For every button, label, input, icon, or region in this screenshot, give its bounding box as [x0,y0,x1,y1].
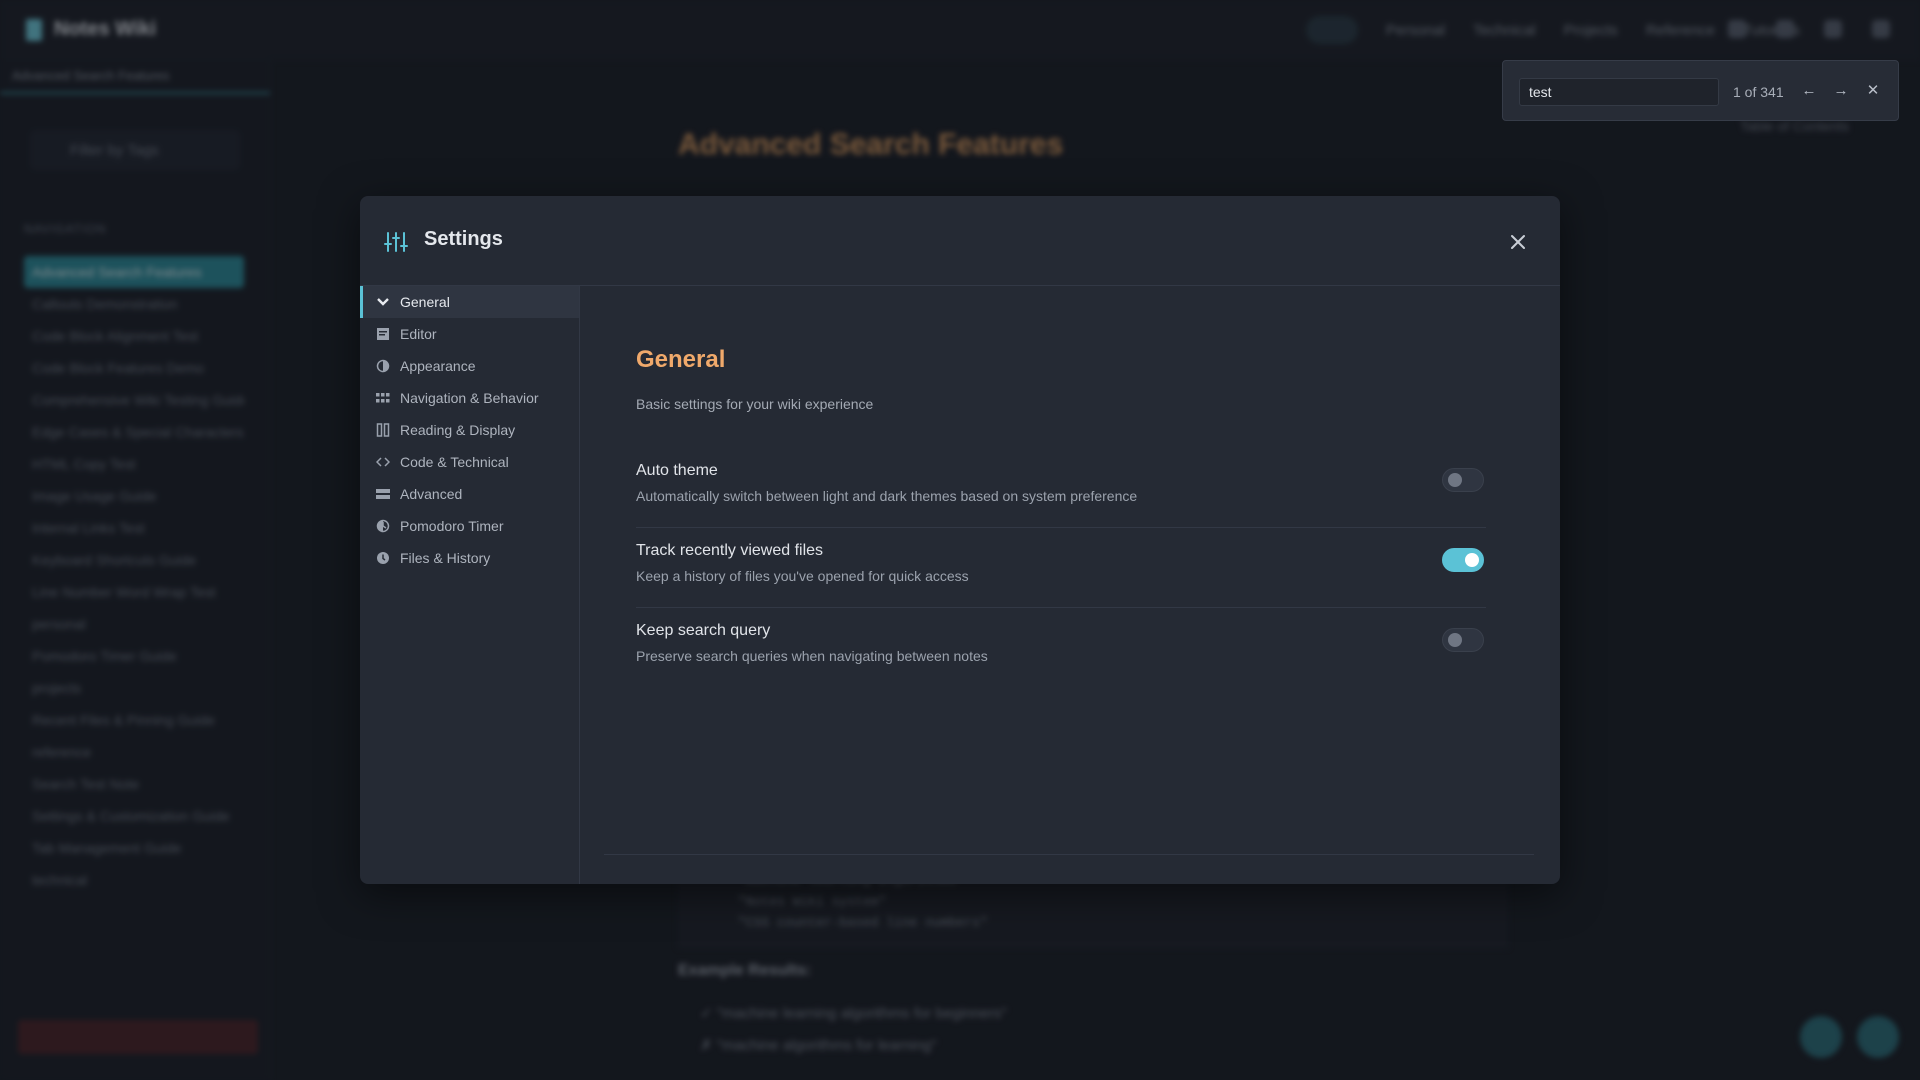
toggle-knob [1465,553,1479,567]
settings-nav-pomodoro[interactable]: Pomodoro Timer [360,510,579,542]
setting-title: Auto theme [636,462,718,479]
settings-nav-label: Advanced [400,486,463,502]
history-icon [376,551,390,565]
content-footer-divider [604,854,1534,855]
auto-theme-toggle[interactable] [1442,468,1484,492]
settings-nav-appearance[interactable]: Appearance [360,350,579,382]
setting-row-auto-theme: Auto theme Automatically switch between … [636,448,1486,528]
settings-nav-editor[interactable]: Editor [360,318,579,350]
settings-modal: Settings General Editor Appearance Navig… [360,196,1560,884]
toggle-knob [1448,473,1462,487]
toggle-knob [1448,633,1462,647]
modal-header: Settings [360,196,1560,286]
close-icon[interactable]: ✕ [1861,79,1885,103]
settings-nav-files[interactable]: Files & History [360,542,579,574]
section-description: Basic settings for your wiki experience [636,396,874,412]
settings-nav-label: General [400,294,450,310]
settings-nav-label: Code & Technical [400,454,509,470]
sliders-icon [384,232,408,252]
setting-row-keep-search: Keep search query Preserve search querie… [636,608,1486,688]
arrow-left-icon[interactable]: ← [1797,79,1821,103]
setting-description: Keep a history of files you've opened fo… [636,568,969,584]
find-input[interactable] [1519,78,1719,106]
settings-nav-general[interactable]: General [360,286,579,318]
code-icon [376,455,390,469]
setting-description: Automatically switch between light and d… [636,488,1138,504]
settings-nav-advanced[interactable]: Advanced [360,478,579,510]
modal-title: Settings [424,228,503,250]
settings-nav-reading[interactable]: Reading & Display [360,414,579,446]
close-icon[interactable] [1504,228,1532,256]
editor-icon [376,327,390,341]
settings-nav-label: Appearance [400,358,476,374]
arrow-right-icon[interactable]: → [1829,79,1853,103]
settings-nav-label: Reading & Display [400,422,516,438]
settings-nav-label: Files & History [400,550,491,566]
settings-nav-label: Editor [400,326,437,342]
section-title: General [636,346,726,373]
grid-icon [376,391,390,405]
settings-content: General Basic settings for your wiki exp… [580,286,1560,884]
columns-icon [376,423,390,437]
layers-icon [376,487,390,501]
settings-nav-label: Pomodoro Timer [400,518,504,534]
setting-title: Track recently viewed files [636,542,824,559]
keep-search-toggle[interactable] [1442,628,1484,652]
chevron-down-icon [376,295,390,309]
settings-nav-navigation[interactable]: Navigation & Behavior [360,382,579,414]
setting-title: Keep search query [636,622,771,639]
find-bar: 1 of 341 ← → ✕ [1502,60,1899,121]
timer-icon [376,519,390,533]
settings-nav: General Editor Appearance Navigation & B… [360,286,580,884]
contrast-icon [376,359,390,373]
settings-nav-code[interactable]: Code & Technical [360,446,579,478]
setting-description: Preserve search queries when navigating … [636,648,988,664]
track-recent-toggle[interactable] [1442,548,1484,572]
settings-nav-label: Navigation & Behavior [400,390,539,406]
find-count: 1 of 341 [1733,84,1784,100]
setting-row-track-recent: Track recently viewed files Keep a histo… [636,528,1486,608]
